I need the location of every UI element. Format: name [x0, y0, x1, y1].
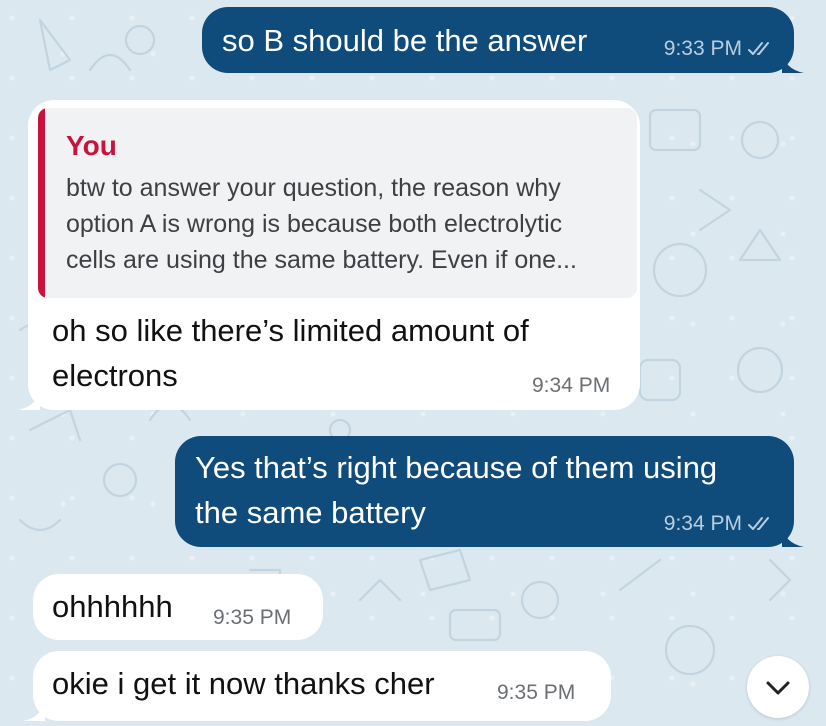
message-meta: 9:33 PM — [664, 37, 772, 61]
bubble-tail — [782, 525, 804, 547]
bubble-tail — [18, 388, 40, 410]
reply-text-line: cells are using the same battery. Even i… — [66, 246, 577, 274]
message-time: 9:35 PM — [213, 606, 292, 629]
incoming-message[interactable]: okie i get it now thanks cher 9:35 PM — [23, 651, 611, 721]
double-check-icon — [748, 41, 772, 57]
message-text: the same battery — [195, 495, 426, 530]
message-time: 9:34 PM — [663, 512, 742, 535]
message-text: electrons — [52, 358, 178, 393]
outgoing-message[interactable]: so B should be the answer 9:33 PM — [202, 7, 804, 73]
double-check-icon — [748, 516, 772, 532]
bubble-tail — [782, 51, 804, 73]
message-time: 9:33 PM — [663, 37, 742, 60]
message-text: so B should be the answer — [222, 23, 588, 58]
reply-text-line: btw to answer your question, the reason … — [66, 174, 561, 202]
message-time: 9:35 PM — [497, 681, 576, 704]
bubble-tail — [23, 699, 45, 721]
chevron-down-icon — [766, 681, 790, 695]
message-time: 9:34 PM — [532, 374, 611, 397]
incoming-message[interactable]: ohhhhhh 9:35 PM — [33, 574, 323, 640]
message-text: ohhhhhh — [52, 589, 173, 624]
message-text: oh so like there’s limited amount of — [52, 313, 529, 348]
message-text: okie i get it now thanks cher — [52, 666, 435, 701]
reply-accent-bar — [38, 108, 45, 298]
outgoing-message[interactable]: Yes that’s right because of them using t… — [175, 436, 804, 547]
message-meta: 9:34 PM — [664, 512, 772, 536]
reply-author: You — [66, 130, 117, 161]
reply-text-line: option A is wrong is because both electr… — [66, 210, 563, 238]
message-text: Yes that’s right because of them using — [195, 450, 718, 485]
scroll-to-bottom-button[interactable] — [747, 656, 809, 718]
